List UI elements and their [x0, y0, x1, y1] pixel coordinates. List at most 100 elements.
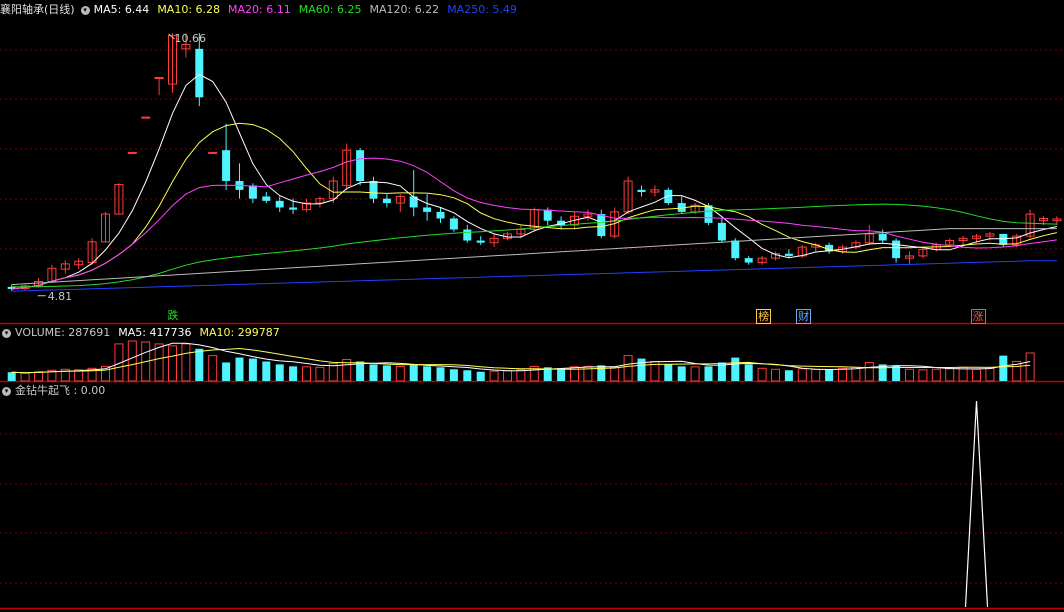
- volume-bar-up: [972, 368, 981, 382]
- volume-bar-down: [235, 357, 244, 381]
- candle-body-down: [382, 198, 391, 204]
- volume-bar-down: [597, 365, 606, 381]
- ma5-line: [11, 73, 1058, 290]
- volume-bar-up: [395, 365, 405, 382]
- candle-body-down: [717, 222, 726, 241]
- candle-body-up: [141, 116, 151, 119]
- indicator-value: 0.00: [80, 384, 106, 397]
- volume-bar-up: [610, 366, 620, 382]
- event-tag-2[interactable]: 财: [796, 309, 812, 324]
- volume-bar-up: [516, 369, 526, 382]
- volume-bar-down: [369, 364, 378, 381]
- volume-bar-up: [489, 370, 499, 382]
- volume-bar-down: [731, 357, 740, 381]
- candle-body-down: [597, 214, 606, 237]
- indicator-ma10-2: MA10: 299787: [199, 326, 283, 339]
- candle-body-down: [248, 185, 257, 199]
- volume-bar-up: [208, 355, 218, 382]
- volume-bar-up: [771, 368, 780, 382]
- candle-body-down: [449, 218, 458, 230]
- indicator-ma60-3: MA60: 6.25: [299, 3, 366, 16]
- candle-body-down: [999, 233, 1008, 245]
- volume-bar-up: [985, 367, 995, 382]
- volume-bar-up: [623, 355, 633, 382]
- indicator-value: 6.28: [195, 3, 221, 16]
- volume-bar-down: [557, 368, 566, 381]
- volume-bar-up: [690, 366, 700, 382]
- candle-body-down: [731, 240, 740, 259]
- indicator-label: MA60:: [298, 3, 337, 16]
- volume-bar-down: [677, 366, 686, 381]
- stock-title: 襄阳轴承(日线): [0, 3, 75, 16]
- volume-bar-up: [1025, 352, 1035, 382]
- candle-body-down: [476, 240, 485, 243]
- volume-panel-header: ▾ VOLUME: 287691 MA5: 417736 MA10: 299787: [0, 325, 292, 340]
- volume-bar-down: [222, 362, 231, 381]
- volume-bar-up: [503, 370, 512, 382]
- volume-bar-up: [905, 368, 914, 382]
- indicator-value: 6.11: [266, 3, 291, 16]
- candle-body-down: [275, 200, 284, 208]
- stock-chart[interactable]: [0, 0, 1064, 612]
- volume-bar-down: [275, 364, 284, 381]
- volume-bar-up: [181, 343, 191, 382]
- volume-bar-up: [168, 345, 177, 382]
- volume-bar-up: [34, 371, 43, 382]
- indicator-label: 金钻牛起飞 :: [15, 384, 81, 397]
- volume-bar-down: [784, 370, 793, 381]
- event-tag-0[interactable]: 跌: [167, 309, 180, 322]
- candle-body-down: [784, 253, 793, 256]
- ma250-line: [11, 260, 1057, 292]
- indicator-ma250-5: MA250: 5.49: [447, 3, 521, 16]
- volume-bar-up: [302, 366, 311, 382]
- indicator-value: 6.25: [336, 3, 362, 16]
- indicator-label: MA120:: [369, 3, 415, 16]
- volume-indicators: VOLUME: 287691 MA5: 417736 MA10: 299787: [15, 326, 288, 339]
- volume-bar-up: [127, 340, 137, 382]
- volume-bar-up: [918, 369, 928, 382]
- indicator-value: 6.44: [124, 3, 150, 16]
- indicator-volume-0: VOLUME: 287691: [15, 326, 114, 339]
- signal-panel-header: ▾ 金钻牛起飞 : 0.00: [0, 383, 117, 398]
- indicator-toggle-icon[interactable]: ▾: [80, 5, 90, 15]
- event-tag-1[interactable]: 榜: [756, 309, 772, 324]
- candle-body-up: [208, 151, 218, 154]
- indicator-ma5-1: MA5: 417736: [118, 326, 195, 339]
- signal-toggle-icon[interactable]: ▾: [2, 386, 11, 396]
- indicator-label: MA10:: [199, 326, 238, 339]
- volume-bar-down: [436, 367, 445, 381]
- volume-bar-down: [999, 355, 1008, 381]
- indicator-label: MA5:: [93, 3, 125, 16]
- indicator-ma10-1: MA10: 6.28: [157, 3, 224, 16]
- candle-body-down: [543, 209, 552, 221]
- candle-body-down: [744, 258, 753, 263]
- volume-bar-down: [289, 366, 298, 381]
- volume-bar-up: [20, 372, 30, 382]
- volume-bar-down: [195, 348, 204, 381]
- candle-body-up: [127, 151, 137, 154]
- volume-bar-up: [838, 367, 847, 382]
- volume-bar-up: [797, 368, 807, 382]
- indicator-label: MA20:: [228, 3, 267, 16]
- ma10-line: [11, 122, 1058, 290]
- volume-bar-up: [757, 367, 767, 382]
- candle-body-down: [356, 150, 365, 182]
- volume-bar-up: [851, 366, 861, 382]
- volume-bar-up: [154, 343, 164, 382]
- indicator-value: 417736: [149, 326, 192, 339]
- volume-bar-up: [931, 368, 941, 382]
- candle-body-down: [463, 229, 472, 241]
- indicator--0: 金钻牛起飞 : 0.00: [15, 384, 109, 397]
- indicator-value: 5.49: [492, 3, 517, 16]
- volume-bar-down: [825, 369, 834, 381]
- indicator-label: MA250:: [447, 3, 493, 16]
- volume-bar-down: [463, 370, 472, 381]
- indicator-value: 6.22: [414, 3, 440, 16]
- indicator-ma20-2: MA20: 6.11: [228, 3, 295, 16]
- indicator-label: MA5:: [118, 326, 150, 339]
- indicator-ma5-0: MA5: 6.44: [94, 3, 154, 16]
- candle-body-down: [704, 205, 713, 223]
- event-tag-3[interactable]: 涨: [970, 309, 986, 324]
- candle-body-down: [369, 181, 378, 199]
- volume-toggle-icon[interactable]: ▾: [2, 328, 11, 338]
